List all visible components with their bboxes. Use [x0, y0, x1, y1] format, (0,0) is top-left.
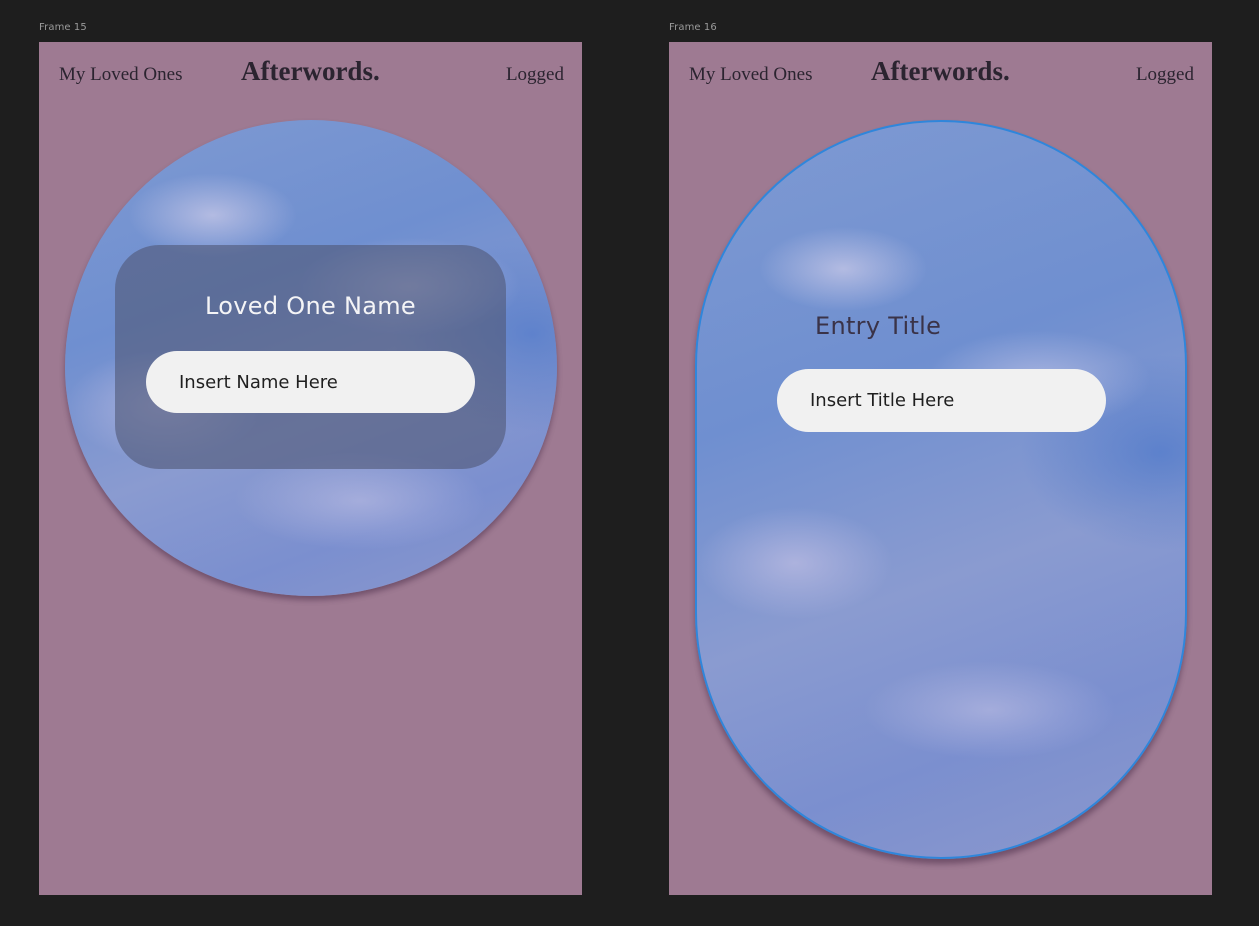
design-canvas: Frame 15 My Loved Ones Afterwords. Logge…: [0, 0, 1259, 926]
loved-one-name-heading: Loved One Name: [205, 292, 416, 320]
sky-capsule-image-selected[interactable]: [695, 120, 1187, 859]
nav-logged-link[interactable]: Logged: [1136, 64, 1194, 86]
loved-one-name-input[interactable]: [146, 351, 475, 413]
brand-logo: Afterwords.: [241, 56, 380, 86]
brand-logo: Afterwords.: [871, 56, 1010, 86]
frame-label-16[interactable]: Frame 16: [669, 22, 717, 33]
entry-title-input[interactable]: [777, 369, 1106, 432]
nav-my-loved-ones-link[interactable]: My Loved Ones: [59, 64, 182, 86]
nav-my-loved-ones-link[interactable]: My Loved Ones: [689, 64, 812, 86]
frame-label-15[interactable]: Frame 15: [39, 22, 87, 33]
entry-title-heading: Entry Title: [815, 312, 942, 340]
frame-15[interactable]: My Loved Ones Afterwords. Logged Loved O…: [39, 42, 582, 895]
frame-16[interactable]: My Loved Ones Afterwords. Logged Entry T…: [669, 42, 1212, 895]
nav-logged-link[interactable]: Logged: [506, 64, 564, 86]
